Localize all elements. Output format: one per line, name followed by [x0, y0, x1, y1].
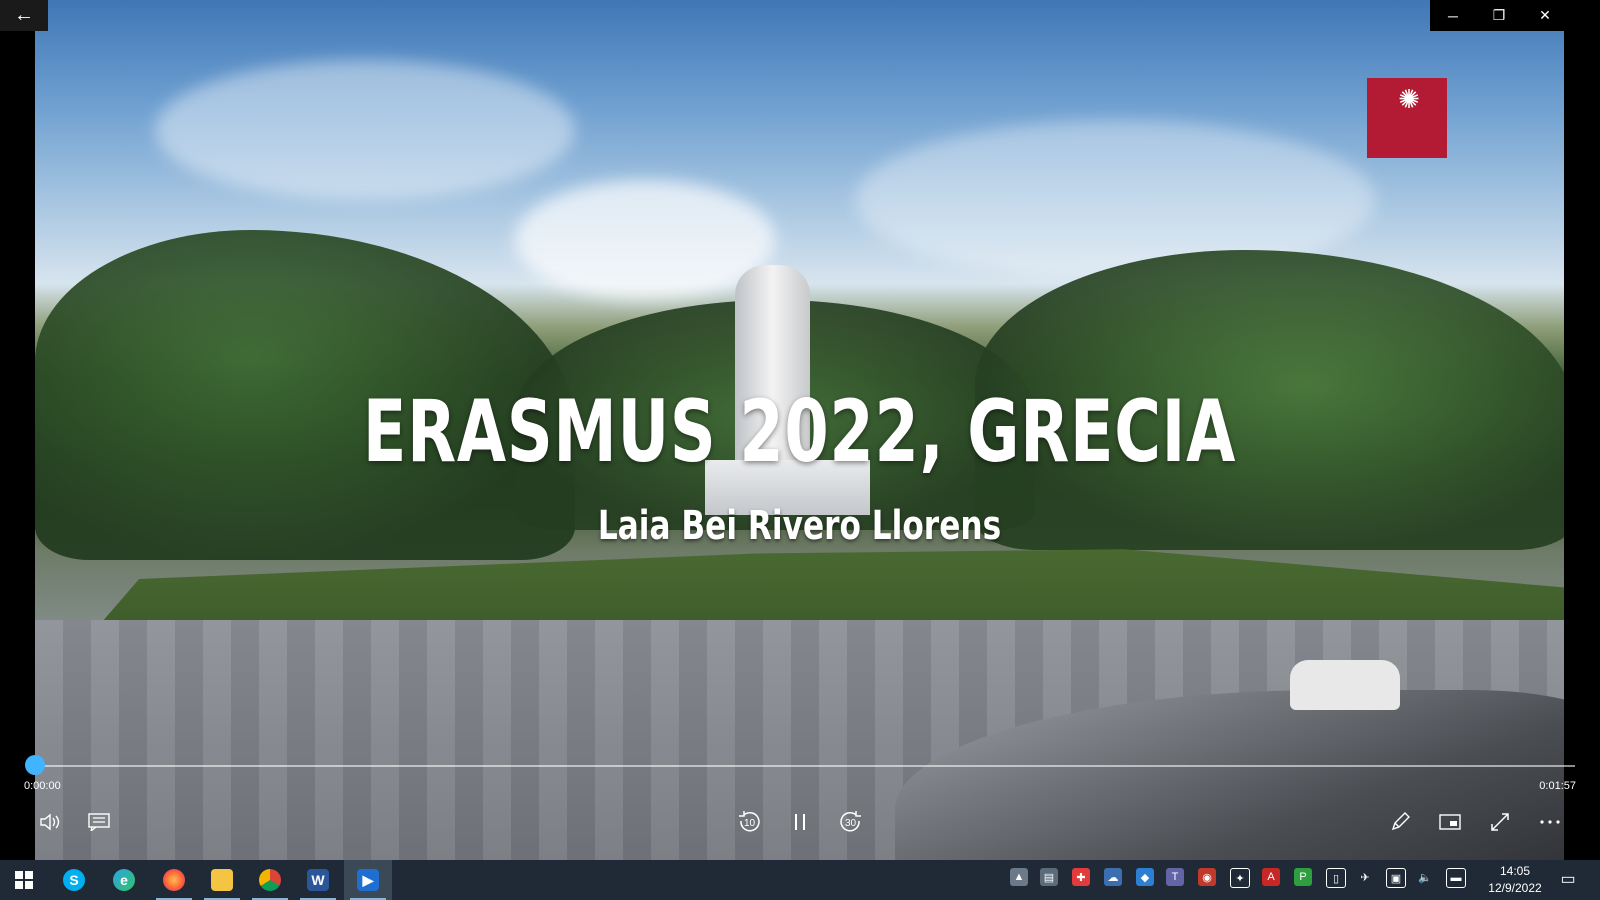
- word-icon: W: [307, 869, 329, 891]
- tray-app-icon[interactable]: ✚: [1072, 868, 1090, 886]
- seek-thumb[interactable]: [25, 755, 45, 775]
- captions-icon: [88, 813, 110, 831]
- tray-app-icon[interactable]: P: [1294, 868, 1312, 886]
- tray-volume-icon[interactable]: 🔈: [1416, 868, 1434, 886]
- taskbar-chrome[interactable]: [246, 860, 294, 900]
- folder-icon: [211, 869, 233, 891]
- skype-icon: S: [63, 869, 85, 891]
- tray-onedrive-icon[interactable]: ☁: [1104, 868, 1122, 886]
- restore-button[interactable]: ❐: [1476, 0, 1522, 31]
- tray-printer-icon[interactable]: ▤: [1040, 868, 1058, 886]
- captions-button[interactable]: [85, 808, 113, 836]
- cloud: [155, 60, 575, 200]
- video-subtitle: Laia Bei Rivero Llorens: [597, 503, 1002, 549]
- taskbar-firefox[interactable]: [150, 860, 198, 900]
- chrome-icon: [259, 869, 281, 891]
- taskbar-clock[interactable]: 14:05 12/9/2022: [1485, 863, 1545, 897]
- volume-button[interactable]: [36, 808, 64, 836]
- clock-time: 14:05: [1499, 864, 1531, 878]
- tray-app-icon[interactable]: ◉: [1198, 868, 1216, 886]
- restore-icon: ❐: [1492, 7, 1506, 23]
- rewind-seconds: 10: [744, 818, 756, 829]
- forward-seconds: 30: [845, 818, 857, 829]
- seek-bar[interactable]: [35, 765, 1575, 767]
- taskbar-file-explorer[interactable]: [198, 860, 246, 900]
- mini-view-icon: [1439, 814, 1461, 830]
- tray-usb-icon[interactable]: ▯: [1326, 868, 1346, 888]
- taskbar-skype[interactable]: S: [50, 860, 98, 900]
- taskbar-word[interactable]: W: [294, 860, 342, 900]
- tray-teams-icon[interactable]: T: [1166, 868, 1184, 886]
- tray-security-icon[interactable]: ✦: [1230, 868, 1250, 888]
- more-icon: [1540, 820, 1560, 824]
- volume-icon: [40, 813, 60, 831]
- current-time: 0:00:00: [24, 780, 61, 792]
- fast-forward-button[interactable]: 30: [837, 808, 865, 836]
- pause-icon: [795, 814, 805, 830]
- fullscreen-button[interactable]: [1486, 808, 1514, 836]
- start-button[interactable]: [0, 860, 48, 900]
- total-time: 0:01:57: [1539, 780, 1576, 792]
- video-frame[interactable]: ✺ ERASMUS 2022, GRECIA Laia Bei Rivero L…: [35, 0, 1564, 860]
- window-controls: ─ ❐ ✕: [1430, 0, 1568, 31]
- tray-network-icon[interactable]: ▣: [1386, 868, 1406, 888]
- back-button[interactable]: ←: [0, 0, 48, 31]
- tray-shield-icon[interactable]: ◆: [1136, 868, 1154, 886]
- edge-icon: e: [113, 869, 135, 891]
- fullscreen-icon: [1491, 813, 1509, 831]
- firefox-icon: [163, 869, 185, 891]
- tray-app-icon[interactable]: ▲: [1010, 868, 1028, 886]
- windows-logo-icon: [15, 871, 33, 889]
- pencil-icon: [1391, 812, 1410, 831]
- cloud: [515, 180, 775, 300]
- edit-button[interactable]: [1386, 808, 1414, 836]
- minimize-icon: ─: [1448, 7, 1458, 24]
- tray-acrobat-icon[interactable]: A: [1262, 868, 1280, 886]
- university-logo: ✺: [1367, 78, 1447, 158]
- notification-center-icon[interactable]: ▭: [1558, 870, 1578, 888]
- taskbar-edge[interactable]: e: [100, 860, 148, 900]
- tray-airplane-icon[interactable]: ✈: [1356, 868, 1374, 886]
- close-button[interactable]: ✕: [1522, 0, 1568, 31]
- back-arrow-icon: ←: [14, 4, 34, 26]
- logo-sunburst-icon: ✺: [1398, 84, 1420, 114]
- tray-battery-icon[interactable]: ▬: [1446, 868, 1466, 888]
- mini-view-button[interactable]: [1436, 808, 1464, 836]
- taxi-sign: [1290, 660, 1400, 710]
- pause-button[interactable]: [786, 808, 814, 836]
- video-title: ERASMUS 2022, GRECIA: [362, 382, 1237, 482]
- rewind-button[interactable]: 10: [735, 808, 763, 836]
- movies-play-icon: ▶: [357, 869, 379, 891]
- clock-date: 12/9/2022: [1488, 881, 1542, 895]
- taskbar-movies-tv[interactable]: ▶: [344, 860, 392, 900]
- close-icon: ✕: [1539, 7, 1551, 23]
- more-options-button[interactable]: [1536, 808, 1564, 836]
- minimize-button[interactable]: ─: [1430, 0, 1476, 31]
